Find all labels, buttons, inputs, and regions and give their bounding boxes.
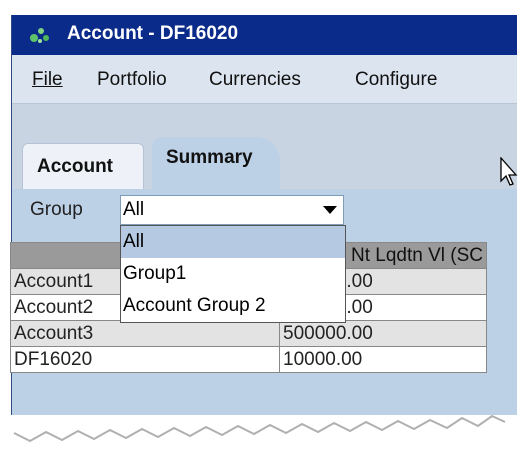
menu-portfolio[interactable]: Portfolio [97,69,167,91]
tab-summary[interactable]: Summary [152,137,280,193]
tab-strip: Account Summary [12,137,517,197]
menu-configure[interactable]: Configure [355,69,437,91]
group-label: Group [30,199,83,220]
tab-account[interactable]: Account [22,143,144,192]
dropdown-option[interactable]: Group1 [121,258,345,290]
title-bar[interactable]: Account - DF16020 [12,15,517,55]
dropdown-option[interactable]: All [121,226,345,258]
group-select-value: All [123,199,145,220]
ib-logo-icon [30,28,49,43]
menu-file[interactable]: File [32,69,63,91]
value-cell: 10000.00 [279,346,487,373]
value-cell: 500000.00 [279,320,487,347]
dropdown-option[interactable]: Account Group 2 [121,290,345,322]
account-cell: DF16020 [10,346,280,373]
chevron-down-icon[interactable] [323,206,337,214]
table-row[interactable]: Account3 500000.00 [10,320,487,347]
group-select[interactable]: All [120,195,344,225]
group-dropdown-list: All Group1 Account Group 2 [120,225,346,323]
table-row[interactable]: DF16020 10000.00 [10,346,487,373]
window-title: Account - DF16020 [67,23,239,44]
torn-edge [0,392,522,466]
mouse-cursor-icon [500,157,518,186]
menu-bar: File Portfolio Currencies Configure [12,55,517,104]
menu-currencies[interactable]: Currencies [209,69,301,91]
account-cell: Account3 [10,320,280,347]
